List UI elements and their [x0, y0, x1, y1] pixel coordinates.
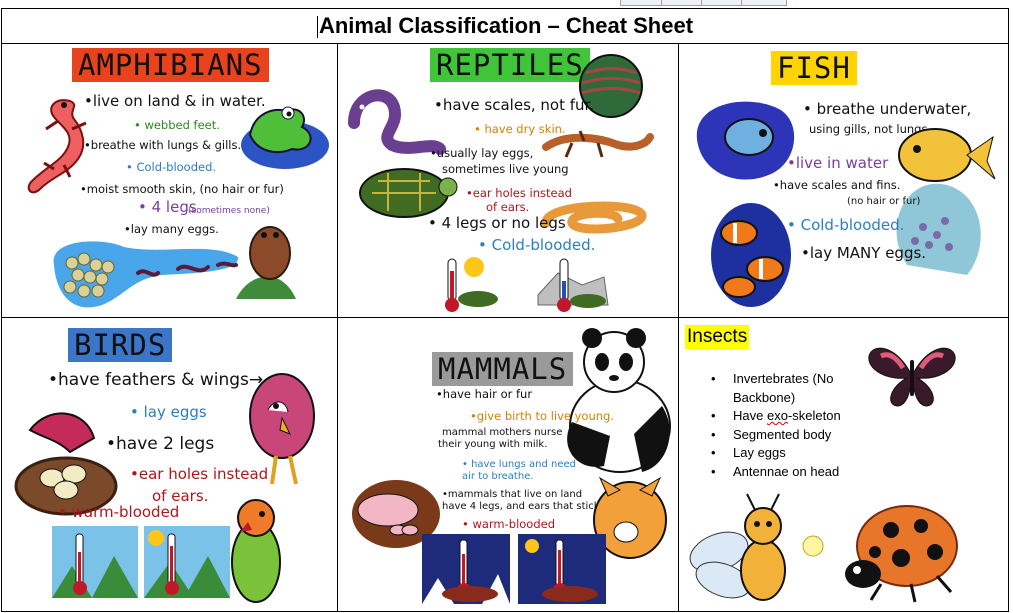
reptiles-note-1: •have scales, not fur. [434, 96, 595, 114]
amphibians-heading: AMPHIBIANS [72, 48, 269, 82]
page-title-row: Animal Classification – Cheat Sheet [2, 9, 1008, 44]
birds-note-3: •have 2 legs [106, 434, 215, 454]
page-title: Animal Classification – Cheat Sheet [318, 13, 694, 38]
insects-item-1-text: Invertebrates (No Backbone) [733, 371, 834, 405]
amphibians-note-5: •moist smooth skin, (no hair or fur) [80, 182, 284, 196]
birds-heading: BIRDS [68, 328, 173, 362]
amphibians-note-3: •breathe with lungs & gills. [84, 138, 242, 152]
insects-item-3: Segmented body [711, 426, 873, 445]
reptiles-cell: REPTILES •have scales, not fur. • have d… [338, 43, 679, 318]
fish-note-3: •live in water [787, 154, 889, 172]
betta-fish-icon [696, 101, 795, 180]
insects-item-3-text: Segmented body [733, 426, 832, 442]
frog-icon [241, 106, 329, 169]
insects-item-5: Antennae on head [711, 463, 913, 482]
parrot-icon [231, 499, 281, 603]
reptiles-note-4: sometimes live young [442, 162, 569, 176]
lizard-icon [542, 130, 654, 158]
thermometer-icon [445, 257, 498, 312]
firefly-icon [689, 493, 824, 601]
cheat-sheet-table: Animal Classification – Cheat Sheet AMPH… [1, 8, 1009, 612]
birds-note-2: • lay eggs [130, 403, 207, 421]
fish-note-4: •have scales and fins. [773, 178, 901, 192]
insects-item-2-text: Have [733, 408, 767, 423]
reptiles-heading: REPTILES [430, 48, 590, 82]
text-cursor [316, 16, 318, 39]
birds-note-6: • warm-blooded [58, 503, 180, 521]
window-toolbar-strip [620, 0, 787, 6]
fish-cell: FISH • breathe underwater, using gills, … [679, 43, 1008, 318]
birds-note-4: •ear holes instead [130, 465, 269, 483]
insects-item-4-text: Lay eggs [733, 445, 786, 460]
insects-item-2-rest: -skeleton [787, 408, 841, 423]
amphibians-note-4: • Cold-blooded. [126, 160, 217, 174]
insects-heading: Insects [685, 325, 750, 349]
amphibians-note-2: • webbed feet. [134, 118, 220, 132]
thermometer-icon [422, 534, 606, 604]
panda-icon [567, 328, 671, 473]
fish-note-5: (no hair or fur) [847, 196, 921, 207]
mammals-note-4: their young with milk. [438, 439, 548, 450]
birds-cell: BIRDS •have feathers & wings→ • lay eggs… [2, 318, 338, 611]
mammals-cell: MAMMALS •have hair or fur •give birth to… [338, 318, 679, 611]
birds-note-1: •have feathers & wings→ [48, 370, 264, 390]
amphibians-cell: AMPHIBIANS •live on land & in water. • w… [2, 43, 338, 318]
insects-item-2: Have exo-skeleton [711, 407, 913, 426]
egg-mass-icon [53, 241, 239, 308]
mammals-note-2: •give birth to live young. [470, 409, 614, 423]
insects-item-5-text: Antennae on head [733, 463, 840, 479]
reptiles-note-7: • 4 legs or no legs [428, 214, 566, 232]
mammals-note-9: • warm-blooded [462, 517, 556, 531]
clownfish-icon [711, 203, 791, 307]
snake-icon [348, 89, 446, 155]
thermometer-icon [52, 526, 230, 598]
nest-icon [14, 412, 118, 516]
insects-list: Invertebrates (No Backbone) Have exo-ske… [711, 370, 913, 481]
insects-item-1: Invertebrates (No Backbone) [711, 370, 873, 407]
fish-note-6: • Cold-blooded. [787, 216, 905, 234]
thermometer-icon [537, 258, 609, 312]
mammals-note-6: air to breathe. [462, 471, 534, 482]
reptiles-note-6: of ears. [486, 200, 530, 214]
insects-cell: Insects Invertebrates (No Backbone) Have… [679, 318, 1008, 611]
insects-item-2-misspelled: exo [766, 408, 788, 423]
reptiles-note-8: • Cold-blooded. [478, 236, 596, 254]
mammals-note-1: •have hair or fur [436, 387, 533, 401]
ladybug-icon [845, 505, 958, 603]
insects-item-4: Lay eggs [711, 444, 873, 463]
fish-note-7: •lay MANY eggs. [801, 244, 927, 262]
fish-heading: FISH [771, 51, 857, 85]
birds-note-5: of ears. [152, 487, 209, 505]
reptiles-note-3: •usually lay eggs, [430, 146, 534, 160]
